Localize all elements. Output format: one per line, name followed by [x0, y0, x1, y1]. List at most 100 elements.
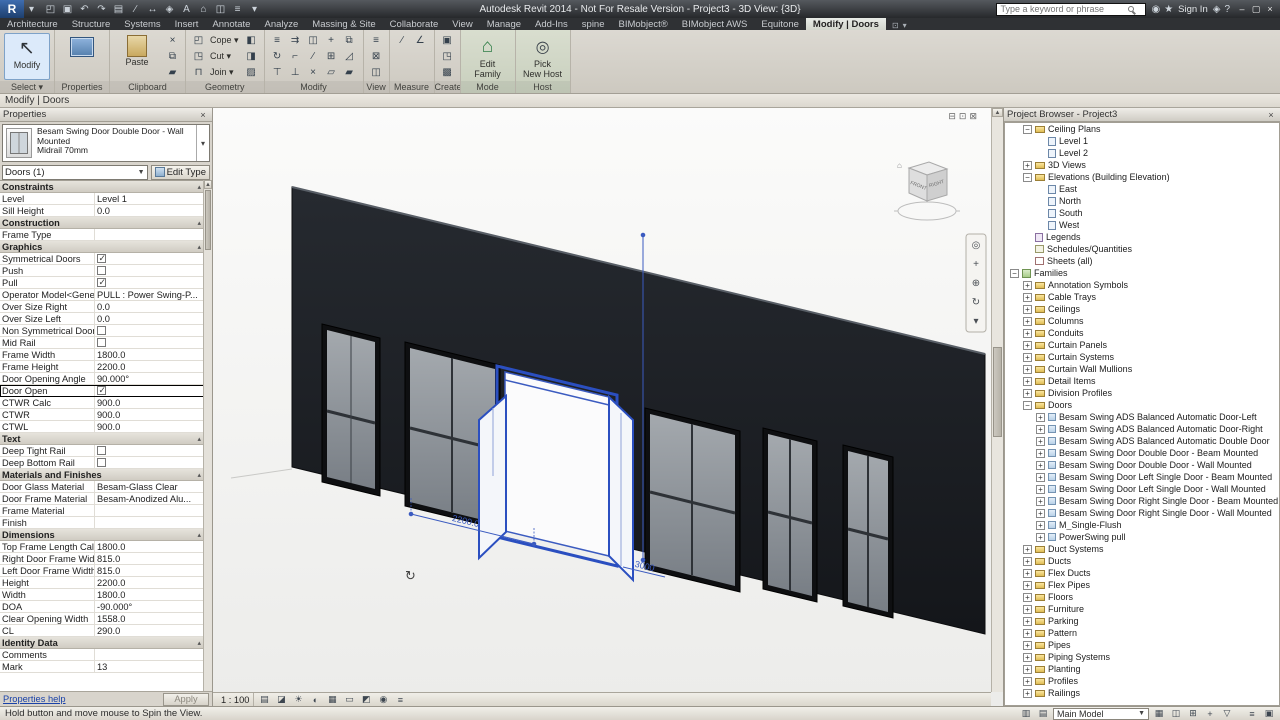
- tree-item[interactable]: Legends: [1005, 231, 1279, 243]
- tag-icon[interactable]: ◈: [162, 2, 177, 16]
- property-row[interactable]: Push: [0, 265, 204, 277]
- checkbox[interactable]: [97, 446, 106, 455]
- expand-icon[interactable]: +: [1023, 388, 1032, 398]
- save-icon[interactable]: ▣: [60, 2, 75, 16]
- tab-structure[interactable]: Structure: [65, 18, 118, 30]
- tree-item[interactable]: Sheets (all): [1005, 255, 1279, 267]
- property-row[interactable]: Mark 13: [0, 661, 204, 673]
- expand-icon[interactable]: +: [1036, 412, 1045, 422]
- thin-lines-toggle-icon[interactable]: ≡: [368, 33, 385, 48]
- expand-icon[interactable]: +: [1023, 292, 1032, 302]
- sign-in-button[interactable]: Sign In: [1178, 4, 1208, 15]
- tree-item[interactable]: − Doors: [1005, 399, 1279, 411]
- legend-component-icon[interactable]: ▩: [439, 65, 456, 80]
- viewport-minimize-icon[interactable]: ⊟: [948, 111, 956, 122]
- exchange-apps-icon[interactable]: ◈: [1213, 4, 1221, 15]
- collapse-icon[interactable]: −: [1023, 124, 1032, 134]
- help-icon[interactable]: ?: [1224, 4, 1230, 15]
- tree-item[interactable]: + M_Single-Flush: [1005, 519, 1279, 531]
- orbit-icon[interactable]: ↻: [972, 297, 980, 308]
- apply-button[interactable]: Apply: [163, 692, 209, 706]
- expand-icon[interactable]: +: [1023, 616, 1032, 626]
- split-icon[interactable]: ∕: [305, 49, 322, 64]
- print-icon[interactable]: ▤: [111, 2, 126, 16]
- cope-menu[interactable]: ◰ Cope ▾: [190, 33, 239, 48]
- property-row[interactable]: Sill Height 0.0: [0, 205, 204, 217]
- tree-item[interactable]: + Pipes: [1005, 639, 1279, 651]
- tab-equitone[interactable]: Equitone: [754, 18, 806, 30]
- tab-modify-doors[interactable]: Modify | Doors: [805, 18, 886, 30]
- property-row[interactable]: Deep Bottom Rail: [0, 457, 204, 469]
- crop-view-icon[interactable]: ▦: [325, 694, 339, 706]
- tree-item[interactable]: + Pattern: [1005, 627, 1279, 639]
- search-box[interactable]: [996, 2, 1147, 16]
- match-type-properties-icon[interactable]: ▰: [164, 65, 181, 80]
- properties-close-icon[interactable]: ×: [197, 110, 209, 120]
- expand-icon[interactable]: +: [1023, 340, 1032, 350]
- expand-icon[interactable]: +: [1023, 580, 1032, 590]
- expand-icon[interactable]: +: [1023, 688, 1032, 698]
- expand-icon[interactable]: +: [1023, 652, 1032, 662]
- expand-icon[interactable]: +: [1023, 664, 1032, 674]
- tab-spine[interactable]: spine: [575, 18, 612, 30]
- analysis-display-icon[interactable]: ≡: [393, 694, 407, 706]
- tree-item[interactable]: West: [1005, 219, 1279, 231]
- expand-icon[interactable]: +: [1023, 376, 1032, 386]
- tree-item[interactable]: + Besam Swing ADS Balanced Automatic Doub…: [1005, 435, 1279, 447]
- property-row[interactable]: Door Open: [0, 385, 204, 397]
- property-row[interactable]: DOA -90.000°: [0, 601, 204, 613]
- tree-item[interactable]: + Conduits: [1005, 327, 1279, 339]
- open-icon[interactable]: ◰: [43, 2, 58, 16]
- collapse-icon[interactable]: −: [1010, 268, 1019, 278]
- close-icon[interactable]: ×: [1263, 3, 1277, 16]
- tree-item[interactable]: + Duct Systems: [1005, 543, 1279, 555]
- default-3d-view-icon[interactable]: ⌂: [196, 2, 211, 16]
- property-row[interactable]: CTWR 900.0: [0, 409, 204, 421]
- properties-header[interactable]: Properties ×: [0, 108, 212, 122]
- unpin-icon[interactable]: ⊥: [287, 65, 304, 80]
- expand-icon[interactable]: +: [1036, 424, 1045, 434]
- tree-item[interactable]: East: [1005, 183, 1279, 195]
- tree-item[interactable]: + Curtain Wall Mullions: [1005, 363, 1279, 375]
- editing-requests-icon[interactable]: ▤: [1036, 708, 1050, 720]
- split-face-icon[interactable]: ◨: [243, 49, 260, 64]
- reveal-hidden-icon[interactable]: ◉: [376, 694, 390, 706]
- 3d-canvas[interactable]: 2200.0 3000 ↻ FRONT RIGHT ⌂ ◎+⊕↻▾: [213, 108, 991, 692]
- property-section-text[interactable]: Text ▴: [0, 433, 204, 445]
- revit-logo[interactable]: R: [0, 0, 24, 18]
- element-filter-dropdown[interactable]: Doors (1) ▼: [2, 164, 148, 180]
- scroll-up-icon[interactable]: ▲: [992, 108, 1003, 117]
- property-section-identity-data[interactable]: Identity Data ▴: [0, 637, 204, 649]
- tab-view[interactable]: View: [445, 18, 479, 30]
- property-section-materials-and-finishes[interactable]: Materials and Finishes ▴: [0, 469, 204, 481]
- property-section-graphics[interactable]: Graphics ▴: [0, 241, 204, 253]
- property-row[interactable]: CL 290.0: [0, 625, 204, 637]
- tree-item[interactable]: + Besam Swing Door Right Single Door - Wa…: [1005, 507, 1279, 519]
- expand-icon[interactable]: +: [1023, 328, 1032, 338]
- edit-type-button[interactable]: Edit Type: [150, 164, 210, 180]
- minimize-icon[interactable]: –: [1235, 3, 1249, 16]
- property-row[interactable]: Clear Opening Width 1558.0: [0, 613, 204, 625]
- tree-item[interactable]: − Ceiling Plans: [1005, 123, 1279, 135]
- checkbox[interactable]: [97, 326, 106, 335]
- tree-item[interactable]: + Detail Items: [1005, 375, 1279, 387]
- copy-icon[interactable]: ⧉: [341, 33, 358, 48]
- tab-analyze[interactable]: Analyze: [257, 18, 305, 30]
- exclude-options-icon[interactable]: ⊞: [1186, 708, 1200, 720]
- tree-item[interactable]: + Planting: [1005, 663, 1279, 675]
- property-row[interactable]: Non Symmetrical Doors: [0, 325, 204, 337]
- door-4[interactable]: [644, 407, 741, 593]
- tree-item[interactable]: + Parking: [1005, 615, 1279, 627]
- rotate-icon[interactable]: ↻: [269, 49, 286, 64]
- join-menu[interactable]: ⊓ Join ▾: [190, 65, 239, 80]
- tab-bimobject-aws[interactable]: BIMobject AWS: [675, 18, 755, 30]
- expand-icon[interactable]: +: [1036, 484, 1045, 494]
- aligned-dimension-icon[interactable]: ↔: [145, 2, 160, 16]
- expand-icon[interactable]: +: [1036, 448, 1045, 458]
- checkbox[interactable]: [97, 266, 106, 275]
- expand-icon[interactable]: +: [1023, 676, 1032, 686]
- background-process-icon[interactable]: ≡: [1245, 708, 1259, 720]
- property-row[interactable]: Height 2200.0: [0, 577, 204, 589]
- properties-scrollbar[interactable]: ▲: [203, 180, 212, 691]
- offset-icon[interactable]: ⇉: [287, 33, 304, 48]
